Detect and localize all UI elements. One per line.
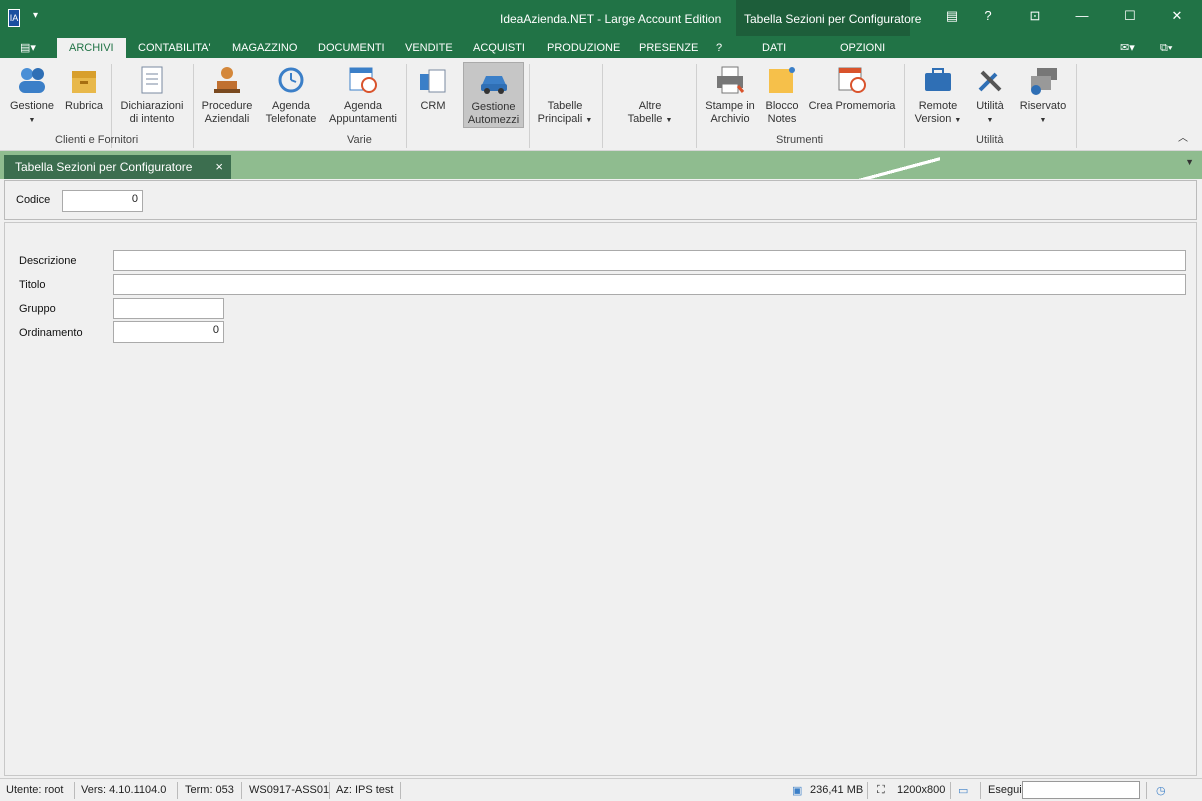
procedure-button[interactable]: Procedure Aziendali	[198, 62, 256, 126]
tab-acquisti[interactable]: ACQUISTI	[465, 38, 533, 58]
printer-icon	[714, 64, 746, 96]
tab-magazzino[interactable]: MAGAZZINO	[224, 38, 305, 58]
stampe-archivio-button[interactable]: Stampe in Archivio	[703, 62, 757, 126]
status-memory: 236,41 MB	[810, 784, 864, 796]
window-settings-icon[interactable]: ▭	[958, 784, 968, 797]
agenda-appuntamenti-button[interactable]: Agenda Appuntamenti	[327, 62, 399, 126]
minimize-icon[interactable]: —	[1072, 8, 1092, 23]
ribbon-tab-bar: ▤▾ ARCHIVI CONTABILITA' MAGAZZINO DOCUME…	[0, 36, 1202, 58]
tabelle-principali-dropdown[interactable]: Tabelle Principali ▼	[535, 100, 595, 127]
calendar-alarm-icon	[836, 64, 868, 96]
calendar-clock-icon	[347, 64, 379, 96]
status-resolution: 1200x800	[897, 784, 946, 796]
status-terminal: Term: 053	[185, 784, 234, 796]
crm-button[interactable]: CRM	[412, 62, 454, 113]
close-tab-icon[interactable]: ×	[215, 155, 223, 179]
ordinamento-label: Ordinamento	[19, 327, 83, 339]
tab-dati[interactable]: DATI	[754, 38, 794, 58]
codice-field[interactable]: 0	[62, 190, 143, 212]
blocco-notes-button[interactable]: Blocco Notes	[762, 62, 802, 126]
group-utilita-label: Utilità	[976, 134, 1004, 146]
group-varie-label: Varie	[347, 134, 372, 146]
history-icon	[275, 64, 307, 96]
form-area: Descrizione Titolo Gruppo Ordinamento 0	[4, 222, 1197, 776]
status-workstation: WS0917-ASS01	[249, 784, 330, 796]
box-icon	[68, 64, 100, 96]
tab-presenze[interactable]: PRESENZE	[631, 38, 706, 58]
agenda-telefonate-button[interactable]: Agenda Telefonate	[262, 62, 320, 126]
users-icon	[16, 64, 48, 96]
ribbon: Gestione ▼ Rubrica Dichiarazioni di intent…	[0, 58, 1202, 151]
title-bar: IA ▾ IdeaAzienda.NET - Large Account Edi…	[0, 0, 1202, 58]
maximize-icon[interactable]: ☐	[1120, 8, 1140, 24]
context-title: Tabella Sezioni per Configuratore	[744, 12, 922, 26]
rubrica-button[interactable]: Rubrica	[62, 62, 106, 113]
tab-documenti[interactable]: DOCUMENTI	[310, 38, 393, 58]
esegui-input[interactable]	[1022, 781, 1140, 799]
dichiarazioni-button[interactable]: Dichiarazioni di intento	[118, 62, 186, 126]
quick-access-dropdown-icon[interactable]: ▾	[33, 10, 38, 21]
group-strumenti-label: Strumenti	[776, 134, 824, 146]
riservato-dropdown[interactable]: Riservato ▼	[1016, 62, 1070, 127]
group-clienti-label: Clienti e Fornitori	[55, 134, 139, 146]
tab-archivi[interactable]: ARCHIVI	[57, 38, 126, 58]
settings-window-icon	[1027, 64, 1059, 96]
document-icon	[136, 64, 168, 96]
gestione-automezzi-button[interactable]: Gestione Automezzi	[463, 62, 524, 128]
tab-list-dropdown-icon[interactable]: ▼	[1185, 157, 1194, 167]
collapse-ribbon-icon[interactable]: ︿	[1178, 132, 1188, 145]
document-tab-strip: Tabella Sezioni per Configuratore × ▼	[0, 151, 1202, 179]
tab-contabilita[interactable]: CONTABILITA'	[130, 38, 219, 58]
titolo-field[interactable]	[113, 274, 1186, 295]
tab-vendite[interactable]: VENDITE	[397, 38, 461, 58]
utilita-dropdown[interactable]: Utilità ▼	[970, 62, 1010, 127]
tab-opzioni[interactable]: OPZIONI	[832, 38, 893, 58]
app-logo-icon[interactable]: IA	[8, 9, 20, 27]
remote-version-dropdown[interactable]: Remote Version ▼	[912, 62, 964, 127]
esegui-label: Esegui	[988, 784, 1022, 796]
altre-tabelle-dropdown[interactable]: Altre Tabelle ▼	[622, 100, 678, 127]
gruppo-label: Gruppo	[19, 303, 56, 315]
header-panel: Codice 0	[4, 180, 1197, 220]
briefcase-docs-icon	[417, 64, 449, 96]
car-icon	[478, 65, 510, 97]
status-bar: Utente: root Vers: 4.10.1104.0 Term: 053…	[0, 778, 1202, 801]
refresh-timer-icon[interactable]: ◷	[1156, 784, 1166, 797]
codice-label: Codice	[16, 194, 51, 206]
tab-help[interactable]: ?	[708, 38, 730, 58]
decorative-stripe	[840, 151, 940, 179]
tools-icon	[974, 64, 1006, 96]
crea-promemoria-button[interactable]: Crea Promemoria	[808, 62, 896, 113]
file-menu-icon[interactable]: ▤▾	[12, 38, 44, 58]
status-version: Vers: 4.10.1104.0	[81, 784, 167, 796]
app-title: IdeaAzienda.NET - Large Account Edition	[500, 12, 722, 26]
status-company: Az: IPS test	[336, 784, 394, 796]
person-desk-icon	[211, 64, 243, 96]
document-icon[interactable]: ▤	[942, 8, 962, 24]
help-icon[interactable]: ?	[978, 8, 998, 23]
descrizione-field[interactable]	[113, 250, 1186, 271]
tab-produzione[interactable]: PRODUZIONE	[539, 38, 628, 58]
fullscreen-icon[interactable]: ⛶	[877, 784, 885, 797]
gestione-button[interactable]: Gestione ▼	[6, 62, 58, 127]
memory-icon: ▣	[792, 785, 803, 797]
document-tab[interactable]: Tabella Sezioni per Configuratore ×	[4, 155, 231, 179]
close-icon[interactable]: ✕	[1167, 8, 1187, 24]
layout-icon[interactable]: ⧉▾	[1152, 38, 1180, 58]
sticky-note-icon	[766, 64, 798, 96]
descrizione-label: Descrizione	[19, 255, 77, 267]
titolo-label: Titolo	[19, 279, 46, 291]
gruppo-field[interactable]	[113, 298, 224, 319]
ordinamento-field[interactable]: 0	[113, 321, 224, 343]
restore-ribbon-icon[interactable]: ⊡	[1025, 8, 1045, 24]
mail-icon[interactable]: ✉▾	[1112, 38, 1143, 58]
status-user: Utente: root	[6, 784, 64, 796]
briefcase-icon	[922, 64, 954, 96]
